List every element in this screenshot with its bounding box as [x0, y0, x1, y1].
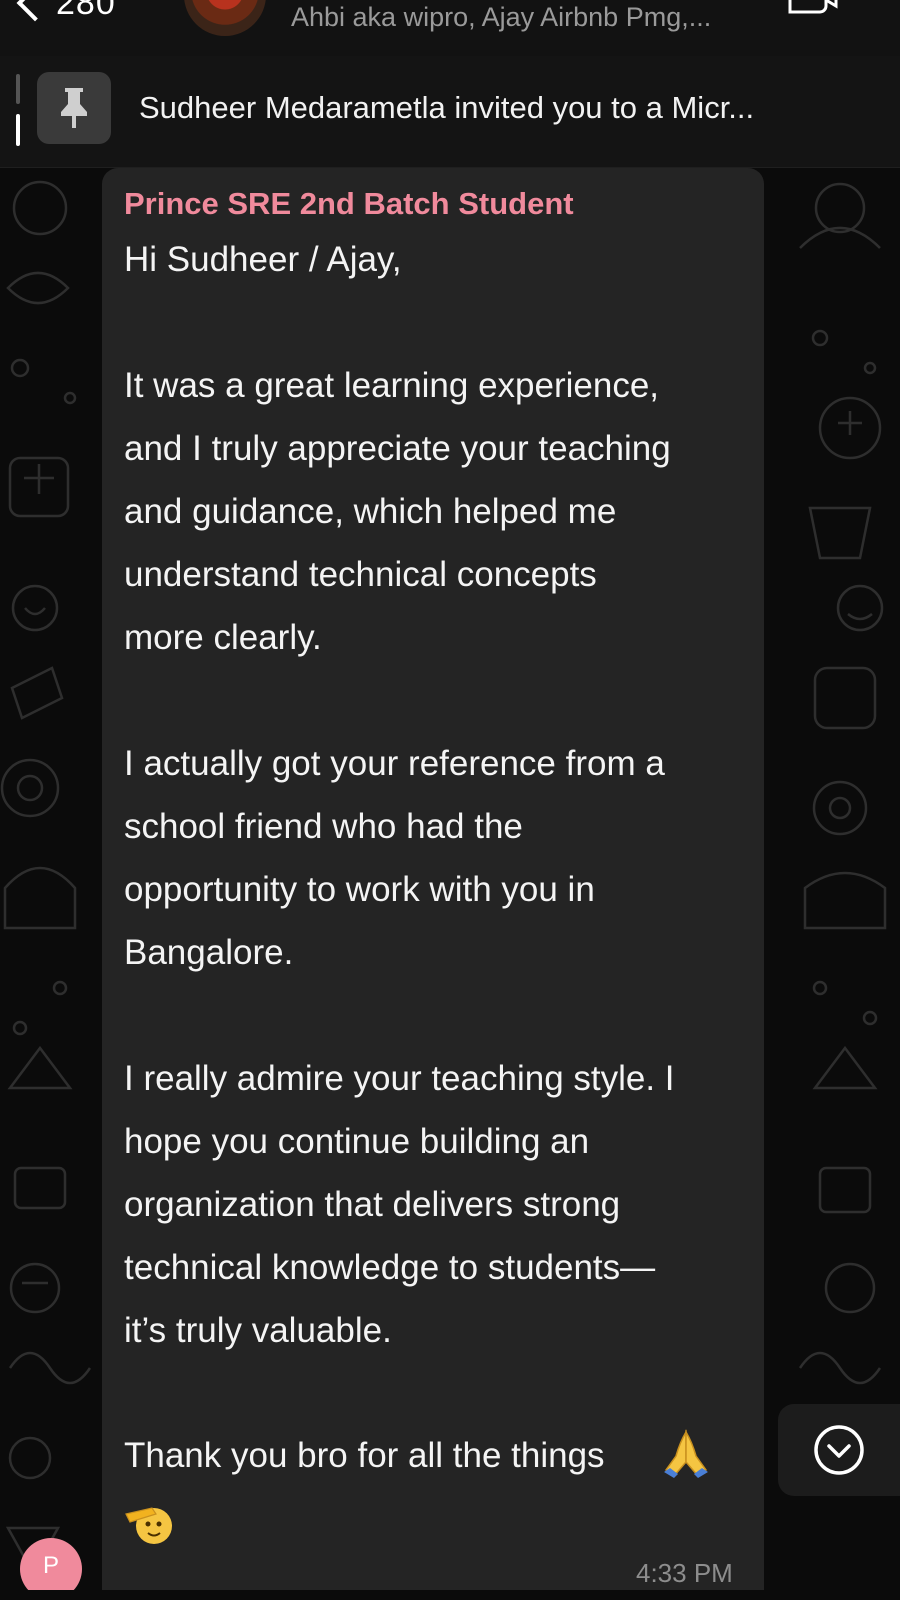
chevron-down-circle-icon [814, 1425, 864, 1475]
message-line: Hi Sudheer / Ajay, [124, 240, 402, 279]
message-line: hope you continue building an [124, 1122, 590, 1161]
message-line: It was a great learning experience, [124, 366, 660, 405]
avatar-initial: P [42, 1552, 59, 1579]
folded-hands-emoji [664, 1429, 708, 1478]
message-line: Bangalore. [124, 933, 294, 972]
message-line: technical knowledge to students— [124, 1248, 656, 1287]
pin-icon [37, 72, 111, 144]
message-line: I really admire your teaching style. I [124, 1059, 675, 1098]
scroll-to-bottom-button[interactable] [778, 1404, 900, 1496]
message-line: it’s truly valuable. [124, 1311, 392, 1350]
message-line: and I truly appreciate your teaching [124, 429, 671, 468]
message-line: I actually got your reference from a [124, 744, 665, 783]
pinned-count-indicator [16, 74, 20, 150]
chevron-left-icon [16, 0, 54, 22]
pinned-message-bar[interactable]: Sudheer Medarametla invited you to a Mic… [0, 56, 900, 168]
video-call-icon[interactable] [786, 0, 838, 16]
group-members-subtitle[interactable]: Ahbi aka wipro, Ajay Airbnb Pmg,... [291, 2, 711, 33]
group-avatar[interactable] [184, 0, 266, 36]
chat-screen: 280 Ahbi aka wipro, Ajay Airbnb Pmg,... … [0, 0, 900, 1600]
message-line: and guidance, which helped me [124, 492, 617, 531]
message-line: more clearly. [124, 618, 322, 657]
message-bubble[interactable]: Prince SRE 2nd Batch Student Hi Sudheer … [102, 168, 764, 1600]
message-line: organization that delivers strong [124, 1185, 621, 1224]
message-line: understand technical concepts [124, 555, 597, 594]
saluting-face-emoji [125, 1507, 172, 1544]
message-timestamp: 4:33 PM [636, 1558, 733, 1588]
back-button[interactable]: 280 [8, 0, 148, 28]
chat-header: 280 Ahbi aka wipro, Ajay Airbnb Pmg,... [0, 0, 900, 56]
unread-count: 280 [56, 0, 116, 22]
pinned-message-text: Sudheer Medarametla invited you to a Mic… [139, 90, 755, 125]
message-line: Thank you bro for all the things [124, 1436, 605, 1475]
message-line: opportunity to work with you in [124, 870, 595, 909]
message-line: school friend who had the [124, 807, 523, 846]
message-sender-name[interactable]: Prince SRE 2nd Batch Student [124, 186, 574, 222]
bottom-edge [0, 1590, 900, 1600]
